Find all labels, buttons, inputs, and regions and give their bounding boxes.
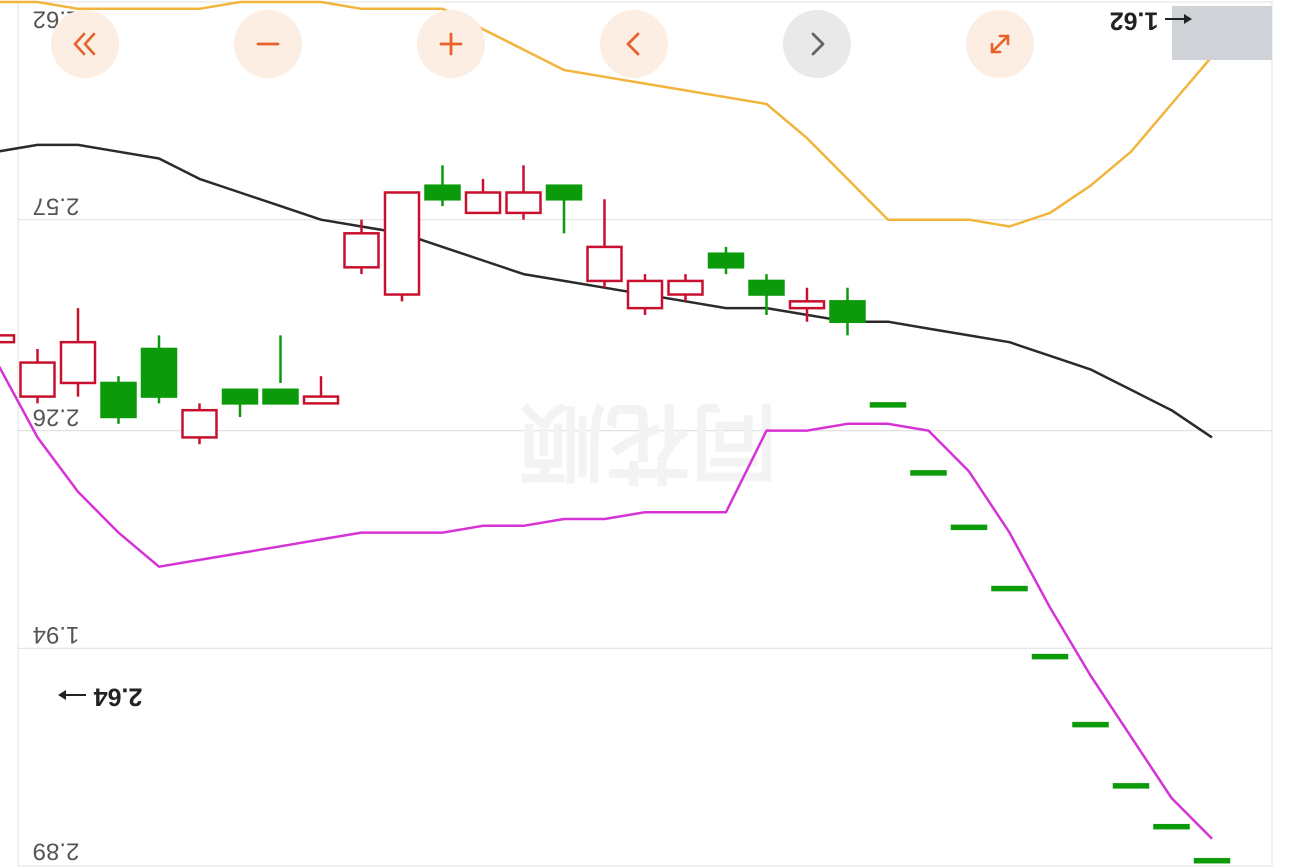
low-marker-arrow bbox=[58, 690, 86, 700]
next-button[interactable] bbox=[783, 10, 851, 78]
candle-body bbox=[586, 245, 623, 283]
minus-icon bbox=[256, 42, 280, 46]
candle bbox=[1153, 823, 1190, 830]
watermark: 同花顺 bbox=[519, 392, 777, 492]
candle-body bbox=[991, 585, 1028, 592]
candle bbox=[59, 308, 97, 397]
candle bbox=[221, 388, 259, 417]
chevron-right-icon bbox=[811, 32, 825, 56]
candle bbox=[505, 165, 542, 220]
candle bbox=[262, 335, 299, 405]
axis-tick-label: 2.26 bbox=[33, 403, 80, 430]
candle-body bbox=[667, 279, 704, 296]
candle bbox=[0, 334, 16, 344]
candle-body bbox=[100, 381, 137, 419]
candle-body bbox=[383, 191, 421, 296]
candle bbox=[829, 287, 866, 336]
candle-body bbox=[181, 408, 218, 439]
candle-body bbox=[869, 402, 907, 408]
candle bbox=[869, 402, 907, 408]
low-marker: 2.64 bbox=[94, 682, 143, 710]
candle-body bbox=[140, 347, 178, 398]
candle bbox=[910, 470, 947, 476]
candle bbox=[545, 184, 583, 234]
expand-icon bbox=[990, 34, 1010, 54]
candle-body bbox=[1112, 783, 1150, 789]
candle-body bbox=[59, 340, 97, 385]
candle-body bbox=[626, 279, 664, 310]
extreme-markers: 1.62 2.64 bbox=[58, 6, 1272, 710]
candle bbox=[383, 191, 421, 302]
candle bbox=[424, 165, 461, 207]
fullscreen-button[interactable] bbox=[966, 10, 1034, 78]
candle-body bbox=[1153, 823, 1190, 830]
candle-body bbox=[19, 361, 56, 398]
candle bbox=[586, 199, 623, 288]
candle-body bbox=[788, 300, 826, 310]
candle-body bbox=[910, 470, 947, 476]
candle-body bbox=[950, 524, 988, 531]
candle-body bbox=[1072, 721, 1109, 728]
candle bbox=[707, 246, 745, 275]
axis-tick-label: 1.94 bbox=[33, 621, 80, 648]
candle bbox=[626, 274, 664, 315]
candle bbox=[667, 274, 704, 302]
zoom-in-button[interactable] bbox=[417, 10, 485, 78]
candlestick-chart: 同花顺 2.892.572.261.941.62 1.62 2.64 bbox=[0, 0, 1273, 867]
candle-body bbox=[464, 191, 502, 215]
candle-body bbox=[748, 279, 785, 296]
double-chevron-left-icon bbox=[73, 32, 96, 56]
candle-body bbox=[545, 184, 583, 201]
candle-body bbox=[505, 191, 542, 215]
axis-tick-label: 2.89 bbox=[33, 838, 80, 865]
candle bbox=[1072, 721, 1109, 728]
first-page-button[interactable] bbox=[51, 10, 119, 78]
plus-icon bbox=[439, 32, 463, 56]
axis-tick-label: 2.57 bbox=[33, 192, 80, 219]
candle bbox=[1112, 783, 1150, 789]
price-axis: 2.892.572.261.941.62 bbox=[33, 6, 80, 865]
candle-body bbox=[221, 388, 259, 405]
candle bbox=[100, 376, 137, 424]
candle bbox=[1031, 653, 1069, 660]
candle-body bbox=[302, 395, 340, 405]
candle bbox=[19, 348, 56, 404]
previous-button[interactable] bbox=[600, 10, 668, 78]
zoom-out-button[interactable] bbox=[234, 10, 302, 78]
candle-body bbox=[262, 388, 299, 405]
chart-toolbar bbox=[0, 10, 1290, 80]
candle-body bbox=[829, 300, 866, 323]
candles bbox=[0, 165, 1231, 864]
candle bbox=[991, 585, 1028, 592]
chevron-left-icon bbox=[626, 32, 640, 56]
candle bbox=[950, 524, 988, 531]
candle bbox=[1193, 857, 1231, 864]
candle-body bbox=[707, 252, 745, 269]
candle-body bbox=[1031, 653, 1069, 660]
candle bbox=[464, 178, 502, 215]
candle-body bbox=[1193, 857, 1231, 864]
candle-body bbox=[424, 184, 461, 201]
candle bbox=[140, 335, 178, 404]
candle bbox=[181, 403, 218, 445]
candle bbox=[302, 376, 340, 405]
candle-body bbox=[0, 334, 16, 344]
candle-body bbox=[343, 232, 380, 269]
